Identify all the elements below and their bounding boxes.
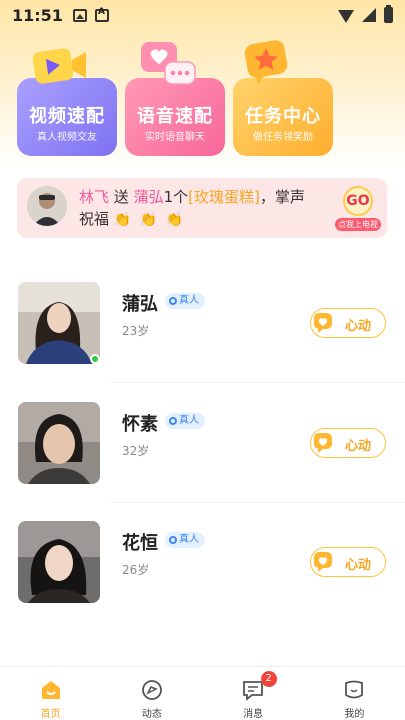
sender-name[interactable]: 林飞 [79, 188, 109, 206]
voice-match-card[interactable]: 语音速配 实时语音聊天 [125, 78, 225, 156]
chat-bubble-icon [141, 42, 196, 85]
verified-icon [169, 417, 177, 425]
receiver-name[interactable]: 蒲弘 [134, 188, 164, 206]
nav-messages[interactable]: 2 消息 [203, 667, 304, 720]
user-card[interactable]: 蒲弘 真人 23岁 心动 [0, 282, 405, 382]
task-center-card[interactable]: 任务中心 做任务领奖励 [233, 78, 333, 156]
app-notification-icon [94, 7, 109, 22]
user-name: 蒲弘 [122, 294, 158, 315]
verified-icon [169, 536, 177, 544]
sender-avatar[interactable] [27, 186, 67, 226]
task-center-title: 任务中心 [245, 106, 321, 127]
nav-home-label: 首页 [40, 709, 61, 720]
nav-home[interactable]: 首页 [0, 667, 101, 720]
send-word: 送 [113, 188, 129, 206]
video-camera-icon [32, 48, 86, 84]
video-match-title: 视频速配 [29, 106, 105, 127]
heartbeat-label: 心动 [345, 439, 372, 454]
go-tv-button[interactable]: GO 点我上电视 [335, 186, 381, 231]
nav-profile[interactable]: 我的 [304, 667, 405, 720]
nav-moments-label: 动态 [141, 709, 162, 720]
status-bar: 11:51 [0, 0, 405, 30]
heartbeat-button[interactable]: 心动 [310, 308, 386, 338]
nav-profile-label: 我的 [344, 709, 365, 720]
online-status-dot [90, 354, 100, 364]
go-sub-label: 点我上电视 [335, 218, 381, 231]
user-card[interactable]: 怀素 真人 32岁 心动 [0, 402, 405, 502]
verified-badge: 真人 [165, 532, 205, 548]
star-bubble-icon [244, 40, 288, 84]
unread-badge: 2 [260, 671, 277, 687]
user-age: 23岁 [122, 324, 150, 338]
voice-match-title: 语音速配 [137, 106, 213, 127]
heartbeat-label: 心动 [345, 558, 372, 573]
heartbeat-button[interactable]: 心动 [310, 428, 386, 458]
video-match-subtitle: 真人视频交友 [37, 132, 97, 143]
nav-moments[interactable]: 动态 [101, 667, 202, 720]
user-name: 怀素 [122, 414, 158, 435]
bottom-navigation: 首页 动态 2 消息 我的 [0, 666, 405, 720]
user-age: 26岁 [122, 563, 150, 577]
user-photo[interactable] [18, 521, 100, 603]
video-match-card[interactable]: 视频速配 真人视频交友 [17, 78, 117, 156]
heart-bubble-icon [314, 313, 332, 333]
gift-name: [玫瑰蛋糕] [188, 188, 260, 206]
heart-bubble-icon [314, 552, 332, 572]
list-divider [110, 382, 405, 383]
verified-badge: 真人 [165, 413, 205, 429]
message-suffix: ，掌声 [259, 188, 305, 206]
wifi-icon [338, 10, 354, 23]
heartbeat-button[interactable]: 心动 [310, 547, 386, 577]
clap-emojis: 👏 👏 👏 [113, 212, 185, 228]
user-photo[interactable] [18, 282, 100, 364]
signal-icon [362, 8, 376, 22]
gift-message: 林飞 送 蒲弘1个[玫瑰蛋糕]，掌声 祝福 👏 👏 👏 [79, 186, 329, 231]
heartbeat-label: 心动 [345, 319, 372, 334]
gallery-notification-icon [72, 8, 87, 22]
heart-bubble-icon [314, 433, 332, 453]
verified-label: 真人 [179, 534, 199, 545]
verified-label: 真人 [179, 295, 199, 306]
user-age: 32岁 [122, 444, 150, 458]
home-icon [41, 681, 60, 699]
moments-icon [141, 680, 162, 700]
verified-label: 真人 [179, 415, 199, 426]
user-card[interactable]: 花恒 真人 26岁 心动 [0, 521, 405, 621]
list-divider [110, 502, 405, 503]
profile-icon [345, 680, 364, 699]
verified-badge: 真人 [165, 293, 205, 309]
user-name: 花恒 [122, 533, 158, 554]
status-time: 11:51 [12, 5, 63, 25]
battery-icon [384, 5, 393, 23]
nav-messages-label: 消息 [243, 709, 264, 720]
user-photo[interactable] [18, 402, 100, 484]
voice-match-subtitle: 实时语音聊天 [145, 132, 205, 143]
feature-entries: 视频速配 真人视频交友 语音速配 实时语音聊天 任务中心 做任务领奖励 [17, 40, 389, 158]
gift-count: 1个 [163, 188, 189, 206]
task-center-subtitle: 做任务领奖励 [253, 132, 313, 143]
go-label: GO [343, 186, 373, 216]
verified-icon [169, 297, 177, 305]
message-line2: 祝福 [79, 210, 110, 228]
gift-broadcast-banner[interactable]: 林飞 送 蒲弘1个[玫瑰蛋糕]，掌声 祝福 👏 👏 👏 GO 点我上电视 [17, 178, 387, 238]
